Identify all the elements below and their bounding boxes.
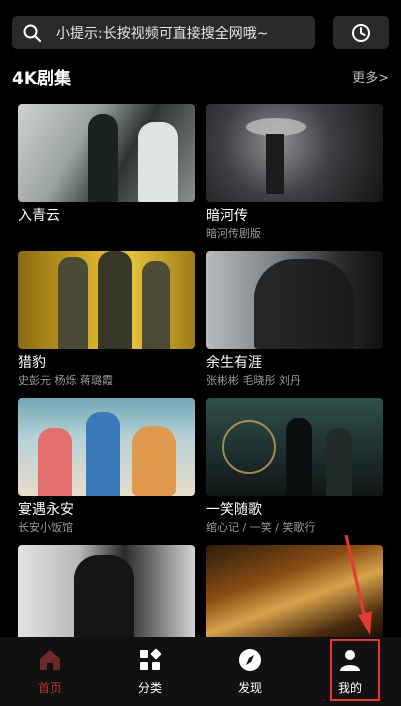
clock-icon bbox=[352, 23, 370, 42]
card-subtitle: 长安小饭馆 bbox=[18, 521, 73, 534]
card-subtitle: 张彬彬 毛晓彤 刘丹 bbox=[206, 374, 301, 387]
drama-card[interactable]: 一笑随歌 绾心记 / 一笑 / 笑歌行 bbox=[206, 398, 383, 535]
card-title: 猎豹 bbox=[18, 355, 46, 371]
search-icon bbox=[23, 24, 42, 42]
poster bbox=[18, 104, 195, 202]
tab-label: 首页 bbox=[37, 681, 62, 695]
drama-card[interactable] bbox=[18, 545, 195, 643]
card-subtitle: 史彭元 杨烁 蒋璐霞 bbox=[18, 374, 113, 387]
poster-title-art bbox=[32, 120, 62, 180]
poster bbox=[206, 104, 383, 202]
more-link[interactable]: 更多> bbox=[352, 67, 389, 86]
drama-card[interactable]: 暗河传 暗河传剧版 bbox=[206, 104, 383, 241]
drama-card[interactable]: 余生有涯 张彬彬 毛晓彤 刘丹 bbox=[206, 251, 383, 388]
annotation-highlight-box bbox=[330, 639, 380, 701]
tab-label: 发现 bbox=[237, 681, 262, 695]
card-subtitle: 绾心记 / 一笑 / 笑歌行 bbox=[206, 521, 316, 534]
top-bar: 小提示:长按视频可直接搜全网哦~ bbox=[0, 0, 401, 62]
tab-label: 分类 bbox=[137, 681, 162, 695]
poster bbox=[18, 398, 195, 496]
drama-card[interactable]: 宴遇永安 长安小饭馆 bbox=[18, 398, 195, 535]
drama-card[interactable]: 入青云 bbox=[18, 104, 195, 227]
card-title: 宴遇永安 bbox=[18, 502, 74, 518]
search-bar[interactable]: 小提示:长按视频可直接搜全网哦~ bbox=[12, 16, 315, 49]
card-title: 入青云 bbox=[18, 208, 60, 224]
poster bbox=[206, 398, 383, 496]
tab-category[interactable]: 分类 bbox=[100, 637, 200, 706]
annotation-arrow bbox=[344, 535, 372, 635]
tab-discover[interactable]: 发现 bbox=[200, 637, 300, 706]
search-placeholder: 小提示:长按视频可直接搜全网哦~ bbox=[56, 25, 269, 42]
card-title: 暗河传 bbox=[206, 208, 248, 224]
card-title: 一笑随歌 bbox=[206, 502, 262, 518]
compass-icon bbox=[239, 649, 261, 671]
section-title: 4K剧集 bbox=[12, 69, 72, 89]
poster bbox=[18, 251, 195, 349]
tab-home[interactable]: 首页 bbox=[0, 637, 100, 706]
poster bbox=[18, 545, 195, 643]
grid-icon bbox=[140, 648, 162, 670]
poster bbox=[206, 251, 383, 349]
history-button[interactable] bbox=[333, 16, 389, 49]
home-icon bbox=[40, 650, 60, 670]
card-subtitle: 暗河传剧版 bbox=[206, 227, 261, 240]
drama-card[interactable]: 猎豹 史彭元 杨烁 蒋璐霞 bbox=[18, 251, 195, 388]
card-title: 余生有涯 bbox=[206, 355, 262, 371]
